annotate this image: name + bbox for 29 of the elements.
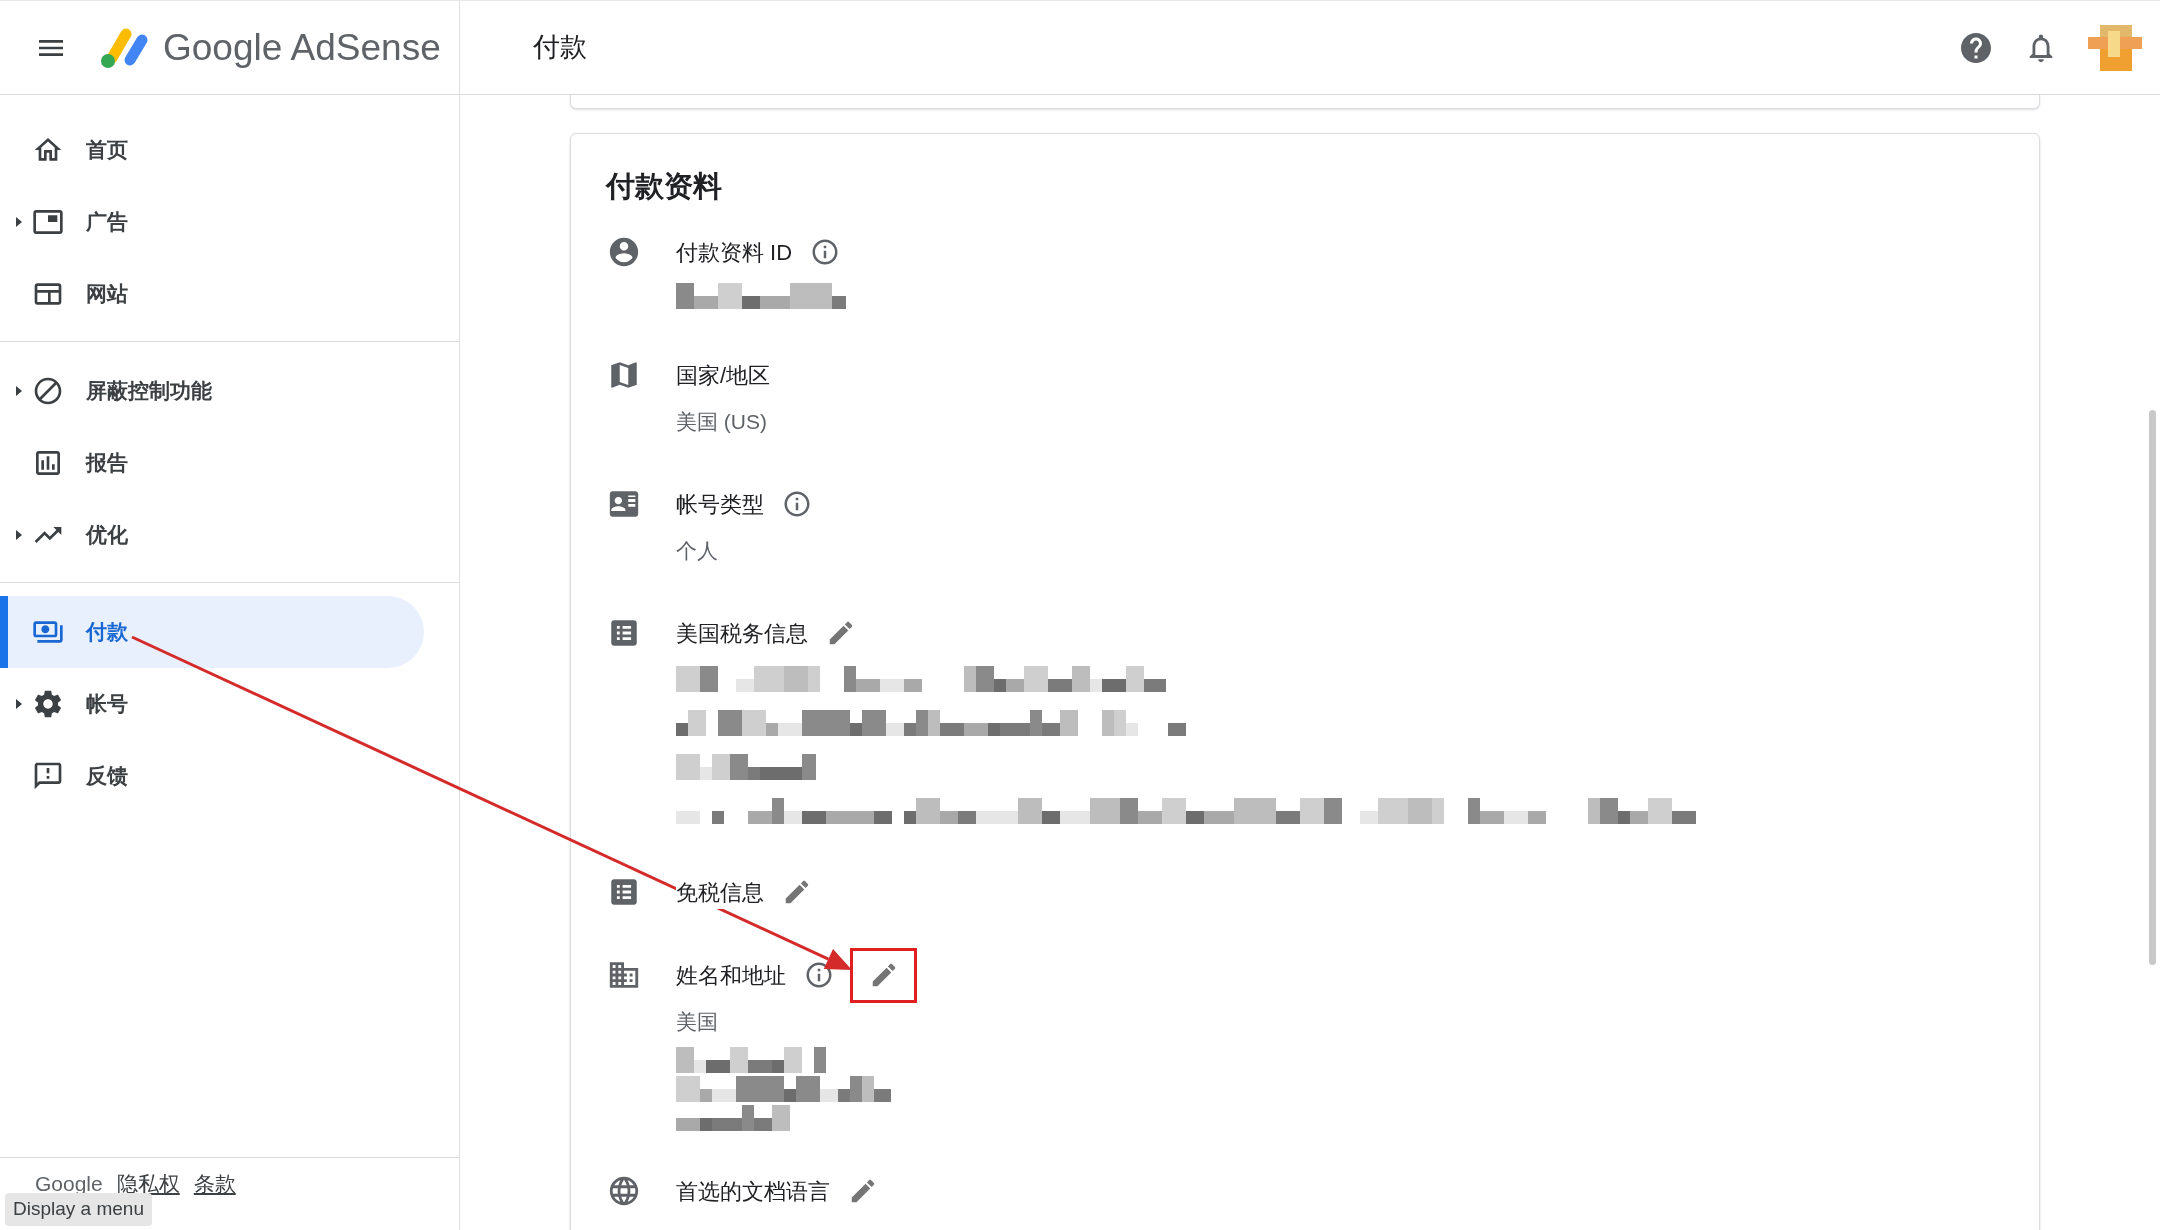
tooltip: Display a menu	[5, 1193, 152, 1226]
nav-item[interactable]: 付款	[0, 596, 424, 668]
block-icon	[32, 375, 64, 407]
caret-icon[interactable]	[15, 386, 23, 396]
caret-icon[interactable]	[15, 699, 23, 709]
caret-icon[interactable]	[15, 217, 23, 227]
nav-item[interactable]: 反馈	[0, 740, 424, 812]
field-value: 美国	[676, 1009, 718, 1036]
info-button[interactable]	[804, 960, 834, 990]
nav-item[interactable]: 帐号	[0, 668, 424, 740]
footer-link[interactable]: 条款	[193, 1168, 236, 1200]
field-value: 美国 (US)	[676, 409, 767, 436]
nav-item[interactable]: 优化	[0, 499, 424, 571]
nav-item[interactable]: 首页	[0, 114, 424, 186]
info-button[interactable]	[782, 489, 812, 519]
nav-item[interactable]: 广告	[0, 186, 424, 258]
person-icon	[607, 235, 641, 269]
card-title: 付款资料	[606, 169, 723, 204]
field-value: 个人	[676, 538, 718, 565]
caret-icon[interactable]	[15, 530, 23, 540]
info-icon	[804, 960, 834, 990]
nav-item[interactable]: 屏蔽控制功能	[0, 355, 424, 427]
page-title: 付款	[533, 31, 587, 65]
nav-item[interactable]: 报告	[0, 427, 424, 499]
logo-text: Google AdSense	[163, 25, 441, 70]
info-icon	[782, 489, 812, 519]
settings-icon	[32, 688, 64, 720]
globe-icon	[607, 1174, 641, 1208]
nav-item[interactable]: 网站	[0, 258, 424, 330]
